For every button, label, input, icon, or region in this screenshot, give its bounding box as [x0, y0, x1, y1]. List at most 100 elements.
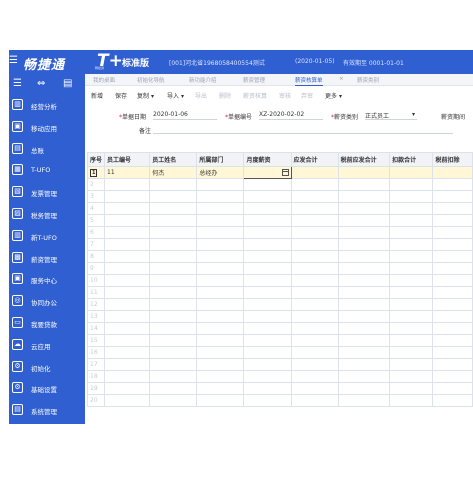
table-cell[interactable]: [290, 310, 339, 323]
table-cell[interactable]: [337, 178, 391, 191]
unapprove-button[interactable]: 弃审: [301, 91, 313, 100]
table-cell[interactable]: [149, 310, 198, 323]
table-cell[interactable]: [432, 310, 473, 323]
collapse-icon[interactable]: ☰: [13, 78, 22, 89]
tab-salary-mgmt[interactable]: 薪资管理: [243, 76, 265, 84]
table-cell[interactable]: [243, 286, 292, 299]
table-cell[interactable]: [196, 202, 245, 215]
table-cell[interactable]: [290, 166, 339, 179]
table-cell[interactable]: [243, 238, 292, 251]
new-button[interactable]: 新增: [91, 91, 103, 100]
table-cell[interactable]: [337, 250, 391, 263]
table-cell[interactable]: [337, 382, 391, 395]
tab-desktop[interactable]: 我的桌面: [93, 76, 115, 84]
table-cell[interactable]: [149, 286, 198, 299]
table-cell[interactable]: [290, 178, 339, 191]
table-cell[interactable]: [337, 202, 391, 215]
table-row[interactable]: 3: [87, 190, 473, 203]
column-header[interactable]: 月度薪资: [243, 152, 292, 167]
sidebar-item[interactable]: ▤ 总账: [9, 139, 85, 159]
table-row[interactable]: 10: [87, 274, 473, 287]
table-cell[interactable]: [196, 298, 245, 311]
table-cell[interactable]: [149, 346, 198, 359]
table-cell[interactable]: [432, 286, 473, 299]
table-cell[interactable]: [104, 262, 151, 275]
table-cell[interactable]: [196, 262, 245, 275]
table-cell[interactable]: [389, 178, 434, 191]
table-cell[interactable]: [389, 274, 434, 287]
table-cell[interactable]: [149, 178, 198, 191]
table-row[interactable]: 11: [87, 286, 473, 299]
table-cell[interactable]: [104, 334, 151, 347]
table-cell[interactable]: [432, 178, 473, 191]
table-cell[interactable]: [432, 166, 473, 179]
table-cell[interactable]: [389, 166, 434, 179]
tab-new-features[interactable]: 新功能介绍: [189, 76, 217, 84]
table-cell[interactable]: [196, 322, 245, 335]
table-cell[interactable]: [337, 358, 391, 371]
table-cell[interactable]: [149, 382, 198, 395]
table-row[interactable]: 6: [87, 226, 473, 239]
table-cell[interactable]: [337, 274, 391, 287]
table-cell[interactable]: [389, 394, 434, 407]
company-name[interactable]: [001]河北省1968058400554测试: [169, 58, 265, 67]
table-cell[interactable]: [243, 394, 292, 407]
date-field[interactable]: 2020-01-06: [153, 111, 217, 120]
table-row[interactable]: 9: [87, 262, 473, 275]
table-cell[interactable]: [290, 202, 339, 215]
table-cell[interactable]: [196, 178, 245, 191]
delete-button[interactable]: 删除: [219, 91, 231, 100]
table-cell[interactable]: [337, 370, 391, 383]
table-cell[interactable]: [290, 358, 339, 371]
table-cell[interactable]: [149, 226, 198, 239]
table-cell[interactable]: [290, 214, 339, 227]
table-cell[interactable]: [432, 226, 473, 239]
table-cell[interactable]: [432, 298, 473, 311]
save-button[interactable]: 保存: [115, 91, 127, 100]
table-cell[interactable]: [337, 214, 391, 227]
calculator-icon[interactable]: [281, 169, 289, 176]
table-cell[interactable]: [432, 238, 473, 251]
table-cell[interactable]: [243, 250, 292, 263]
table-cell[interactable]: [104, 226, 151, 239]
table-cell[interactable]: [149, 202, 198, 215]
table-cell[interactable]: [104, 286, 151, 299]
table-row[interactable]: 19: [87, 382, 473, 395]
table-cell[interactable]: [290, 262, 339, 275]
table-row[interactable]: 12: [87, 298, 473, 311]
table-cell[interactable]: [290, 250, 339, 263]
export-button[interactable]: 导出: [195, 91, 207, 100]
sidebar-item[interactable]: ◎ 协同办公: [9, 291, 85, 311]
table-cell[interactable]: [290, 382, 339, 395]
table-cell[interactable]: [149, 358, 198, 371]
sidebar-item[interactable]: ▥ 新T-UFO: [9, 226, 85, 246]
table-cell[interactable]: [432, 274, 473, 287]
table-cell[interactable]: [389, 202, 434, 215]
table-cell[interactable]: [389, 262, 434, 275]
table-cell[interactable]: [243, 202, 292, 215]
table-cell[interactable]: [149, 250, 198, 263]
table-cell[interactable]: [389, 250, 434, 263]
table-cell[interactable]: [389, 358, 434, 371]
table-cell[interactable]: [290, 298, 339, 311]
sidebar-item[interactable]: ▨ 税务管理: [9, 204, 85, 224]
import-button[interactable]: 导入 ▾: [167, 91, 184, 100]
sidebar-item[interactable]: ⚙ 初始化: [9, 357, 85, 377]
table-cell[interactable]: [196, 394, 245, 407]
table-cell[interactable]: [389, 310, 434, 323]
search-icon[interactable]: ▤: [63, 78, 72, 89]
table-cell[interactable]: [389, 382, 434, 395]
table-cell[interactable]: [432, 394, 473, 407]
table-cell[interactable]: [337, 238, 391, 251]
column-header[interactable]: 税前扣除: [432, 152, 473, 167]
table-cell[interactable]: [104, 190, 151, 203]
table-cell[interactable]: [337, 298, 391, 311]
table-cell[interactable]: [149, 394, 198, 407]
table-cell[interactable]: [196, 334, 245, 347]
table-cell[interactable]: [432, 262, 473, 275]
sidebar-item[interactable]: ▭ 我要贷款: [9, 313, 85, 333]
table-cell[interactable]: [104, 238, 151, 251]
table-cell[interactable]: [243, 262, 292, 275]
table-cell[interactable]: [104, 250, 151, 263]
sidebar-item[interactable]: ▤ 系统管理: [9, 400, 85, 420]
